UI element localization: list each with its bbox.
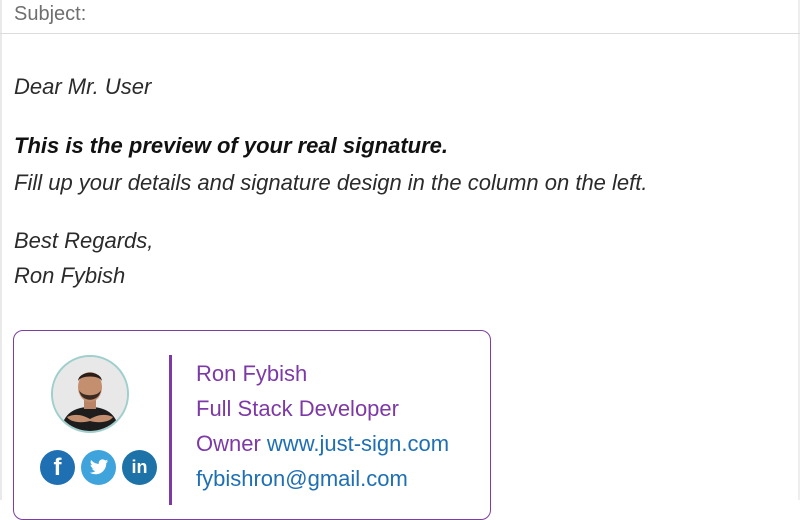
social-icons: f in	[40, 450, 160, 486]
email-link[interactable]: fybishron@gmail.com	[196, 466, 408, 492]
instruction-text: Fill up your details and signature desig…	[14, 170, 648, 195]
facebook-icon[interactable]: f	[40, 450, 75, 485]
signature-role-line: Owner www.just-sign.com	[196, 431, 449, 457]
linkedin-icon[interactable]: in	[122, 450, 157, 485]
preview-notice-text: This is the preview of your real signatu…	[14, 133, 449, 158]
signature-title: Full Stack Developer	[196, 396, 399, 421]
sender-name-text: Ron Fybish	[14, 263, 126, 288]
website-link[interactable]: www.just-sign.com	[267, 431, 449, 456]
subject-field[interactable]: Subject:	[0, 0, 800, 34]
signature-card: f in Ron Fybish Full Stack Developer Own…	[13, 330, 491, 520]
twitter-icon[interactable]	[81, 450, 116, 485]
signature-divider	[169, 355, 172, 505]
subject-label: Subject:	[14, 3, 87, 25]
left-border	[0, 0, 2, 500]
avatar	[51, 355, 129, 433]
closing-text: Best Regards,	[14, 228, 154, 253]
signature-name: Ron Fybish	[196, 361, 308, 386]
signature-role: Owner	[196, 431, 261, 456]
greeting-text: Dear Mr. User	[14, 74, 152, 99]
